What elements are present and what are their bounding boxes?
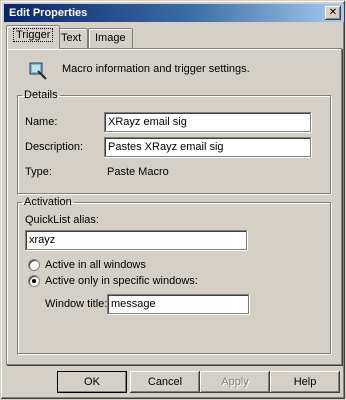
tab-image[interactable]: Image [88,28,133,48]
tab-trigger[interactable]: Trigger [6,25,61,49]
quicklist-label: QuickList alias: [25,214,99,226]
help-button[interactable]: Help [270,371,340,393]
type-label: Type: [25,166,52,178]
active-all-windows-radio[interactable] [28,259,40,271]
activation-legend: Activation [24,196,72,208]
name-label: Name: [25,116,58,128]
quicklist-alias-field[interactable] [25,230,247,250]
description-field[interactable] [104,137,311,157]
macro-trigger-icon [27,60,49,82]
edit-properties-dialog: Edit Properties ✕ Trigger Text Image Mac… [0,0,346,400]
close-icon: ✕ [328,7,338,18]
name-field[interactable] [104,112,311,132]
title-bar[interactable]: Edit Properties ✕ [4,4,344,22]
ok-button[interactable]: OK [57,371,127,393]
active-specific-windows-label[interactable]: Active only in specific windows: [45,275,198,287]
window-title-field[interactable] [107,294,249,314]
cancel-button[interactable]: Cancel [130,371,200,393]
type-value: Paste Macro [107,166,169,178]
trigger-tab-panel: Macro information and trigger settings. … [6,48,342,365]
details-legend: Details [24,89,58,101]
info-text: Macro information and trigger settings. [62,63,250,75]
active-all-windows-label[interactable]: Active in all windows [45,259,146,271]
window-title: Edit Properties [9,7,88,19]
active-specific-windows-radio[interactable] [28,275,40,287]
apply-button[interactable]: Apply [200,371,270,393]
window-title-label: Window title: [45,298,108,310]
close-button[interactable]: ✕ [325,6,341,20]
description-label: Description: [25,141,84,153]
